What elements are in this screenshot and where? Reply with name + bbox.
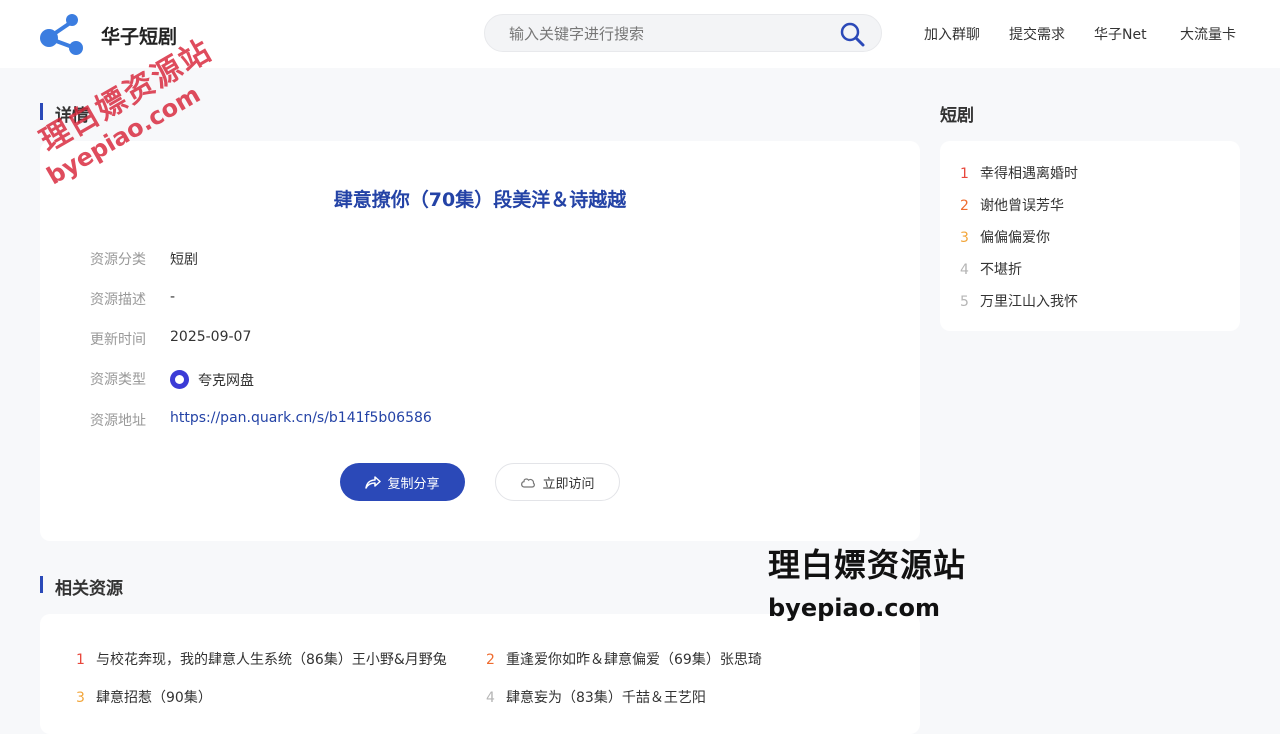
copy-share-button[interactable]: 复制分享 xyxy=(340,463,465,501)
list-item-title: 重逢爱你如昨＆肆意偏爱（69集）张思琦 xyxy=(506,652,762,668)
rank-number: 4 xyxy=(960,262,969,278)
copy-share-label: 复制分享 xyxy=(387,476,440,492)
rank-number: 1 xyxy=(76,652,85,668)
rank-number: 2 xyxy=(486,652,495,668)
list-item[interactable]: 5 万里江山入我怀 xyxy=(960,291,1078,311)
detail-card: 肆意撩你（70集）段美洋＆诗越越 资源分类 短剧 资源描述 - 更新时间 202… xyxy=(40,141,920,541)
nav-submit-request[interactable]: 提交需求 xyxy=(1009,24,1065,44)
rank-number: 4 xyxy=(486,690,495,706)
list-item-title: 不堪折 xyxy=(980,262,1022,278)
field-label-updated: 更新时间 xyxy=(90,332,146,348)
sidebar-title: 短剧 xyxy=(940,106,974,126)
list-item[interactable]: 3 肆意招惹（90集） xyxy=(76,687,212,707)
search-input[interactable] xyxy=(507,15,831,53)
list-item[interactable]: 1 幸得相遇离婚时 xyxy=(960,163,1078,183)
field-label-category: 资源分类 xyxy=(90,252,146,268)
list-item[interactable]: 3 偏偏偏爱你 xyxy=(960,227,1050,247)
field-value-type: 夸克网盘 xyxy=(198,373,254,389)
field-value-category: 短剧 xyxy=(170,252,198,268)
rank-number: 5 xyxy=(960,294,969,310)
watermark-bottom-line1: 理白嫖资源站 xyxy=(768,546,967,584)
section-marker xyxy=(40,576,43,593)
watermark-bottom-line2: byepiao.com xyxy=(768,594,941,622)
list-item-title: 肆意招惹（90集） xyxy=(96,690,212,706)
rank-number: 1 xyxy=(960,166,969,182)
field-label-type: 资源类型 xyxy=(90,372,146,388)
rank-number: 2 xyxy=(960,198,969,214)
related-section-title: 相关资源 xyxy=(55,579,123,599)
list-item-title: 偏偏偏爱你 xyxy=(980,230,1050,246)
list-item[interactable]: 4 肆意妄为（83集）千喆＆王艺阳 xyxy=(486,687,706,707)
field-value-updated: 2025-09-07 xyxy=(170,329,252,345)
rank-number: 3 xyxy=(76,690,85,706)
list-item[interactable]: 2 谢他曾误芳华 xyxy=(960,195,1064,215)
share-arrow-icon xyxy=(365,476,382,489)
nav-huazi-net[interactable]: 华子Net xyxy=(1094,24,1147,44)
resource-title: 肆意撩你（70集）段美洋＆诗越越 xyxy=(333,189,627,211)
list-item-title: 幸得相遇离婚时 xyxy=(980,166,1078,182)
visit-now-label: 立即访问 xyxy=(542,476,595,492)
watermark-bottom: 理白嫖资源站 byepiao.com xyxy=(768,540,966,622)
search-icon[interactable] xyxy=(839,21,865,47)
share-logo-icon[interactable] xyxy=(40,12,84,56)
related-card: 1 与校花奔现，我的肆意人生系统（86集）王小野&月野兔 2 重逢爱你如昨＆肆意偏爱… xyxy=(40,614,920,734)
cloud-icon xyxy=(521,478,536,488)
resource-link[interactable]: https://pan.quark.cn/s/b141f5b06586 xyxy=(170,410,432,426)
nav-data-card[interactable]: 大流量卡 xyxy=(1180,24,1236,44)
list-item-title: 万里江山入我怀 xyxy=(980,294,1078,310)
list-item[interactable]: 1 与校花奔现，我的肆意人生系统（86集）王小野&月野兔 xyxy=(76,649,447,669)
rank-number: 3 xyxy=(960,230,969,246)
sidebar-card: 1 幸得相遇离婚时 2 谢他曾误芳华 3 偏偏偏爱你 4 不堪折 5 万里江山入我怀 xyxy=(940,141,1240,331)
list-item[interactable]: 4 不堪折 xyxy=(960,259,1022,279)
field-label-description: 资源描述 xyxy=(90,292,146,308)
list-item-title: 肆意妄为（83集）千喆＆王艺阳 xyxy=(506,690,706,706)
list-item-title: 谢他曾误芳华 xyxy=(980,198,1064,214)
list-item[interactable]: 2 重逢爱你如昨＆肆意偏爱（69集）张思琦 xyxy=(486,649,762,669)
list-item-title: 与校花奔现，我的肆意人生系统（86集）王小野&月野兔 xyxy=(96,652,447,668)
nav-join-group[interactable]: 加入群聊 xyxy=(924,24,980,44)
field-value-description: - xyxy=(170,289,176,305)
search-box xyxy=(484,14,882,53)
visit-now-button[interactable]: 立即访问 xyxy=(495,463,620,501)
field-label-url: 资源地址 xyxy=(90,413,146,429)
quark-drive-icon xyxy=(170,370,189,389)
